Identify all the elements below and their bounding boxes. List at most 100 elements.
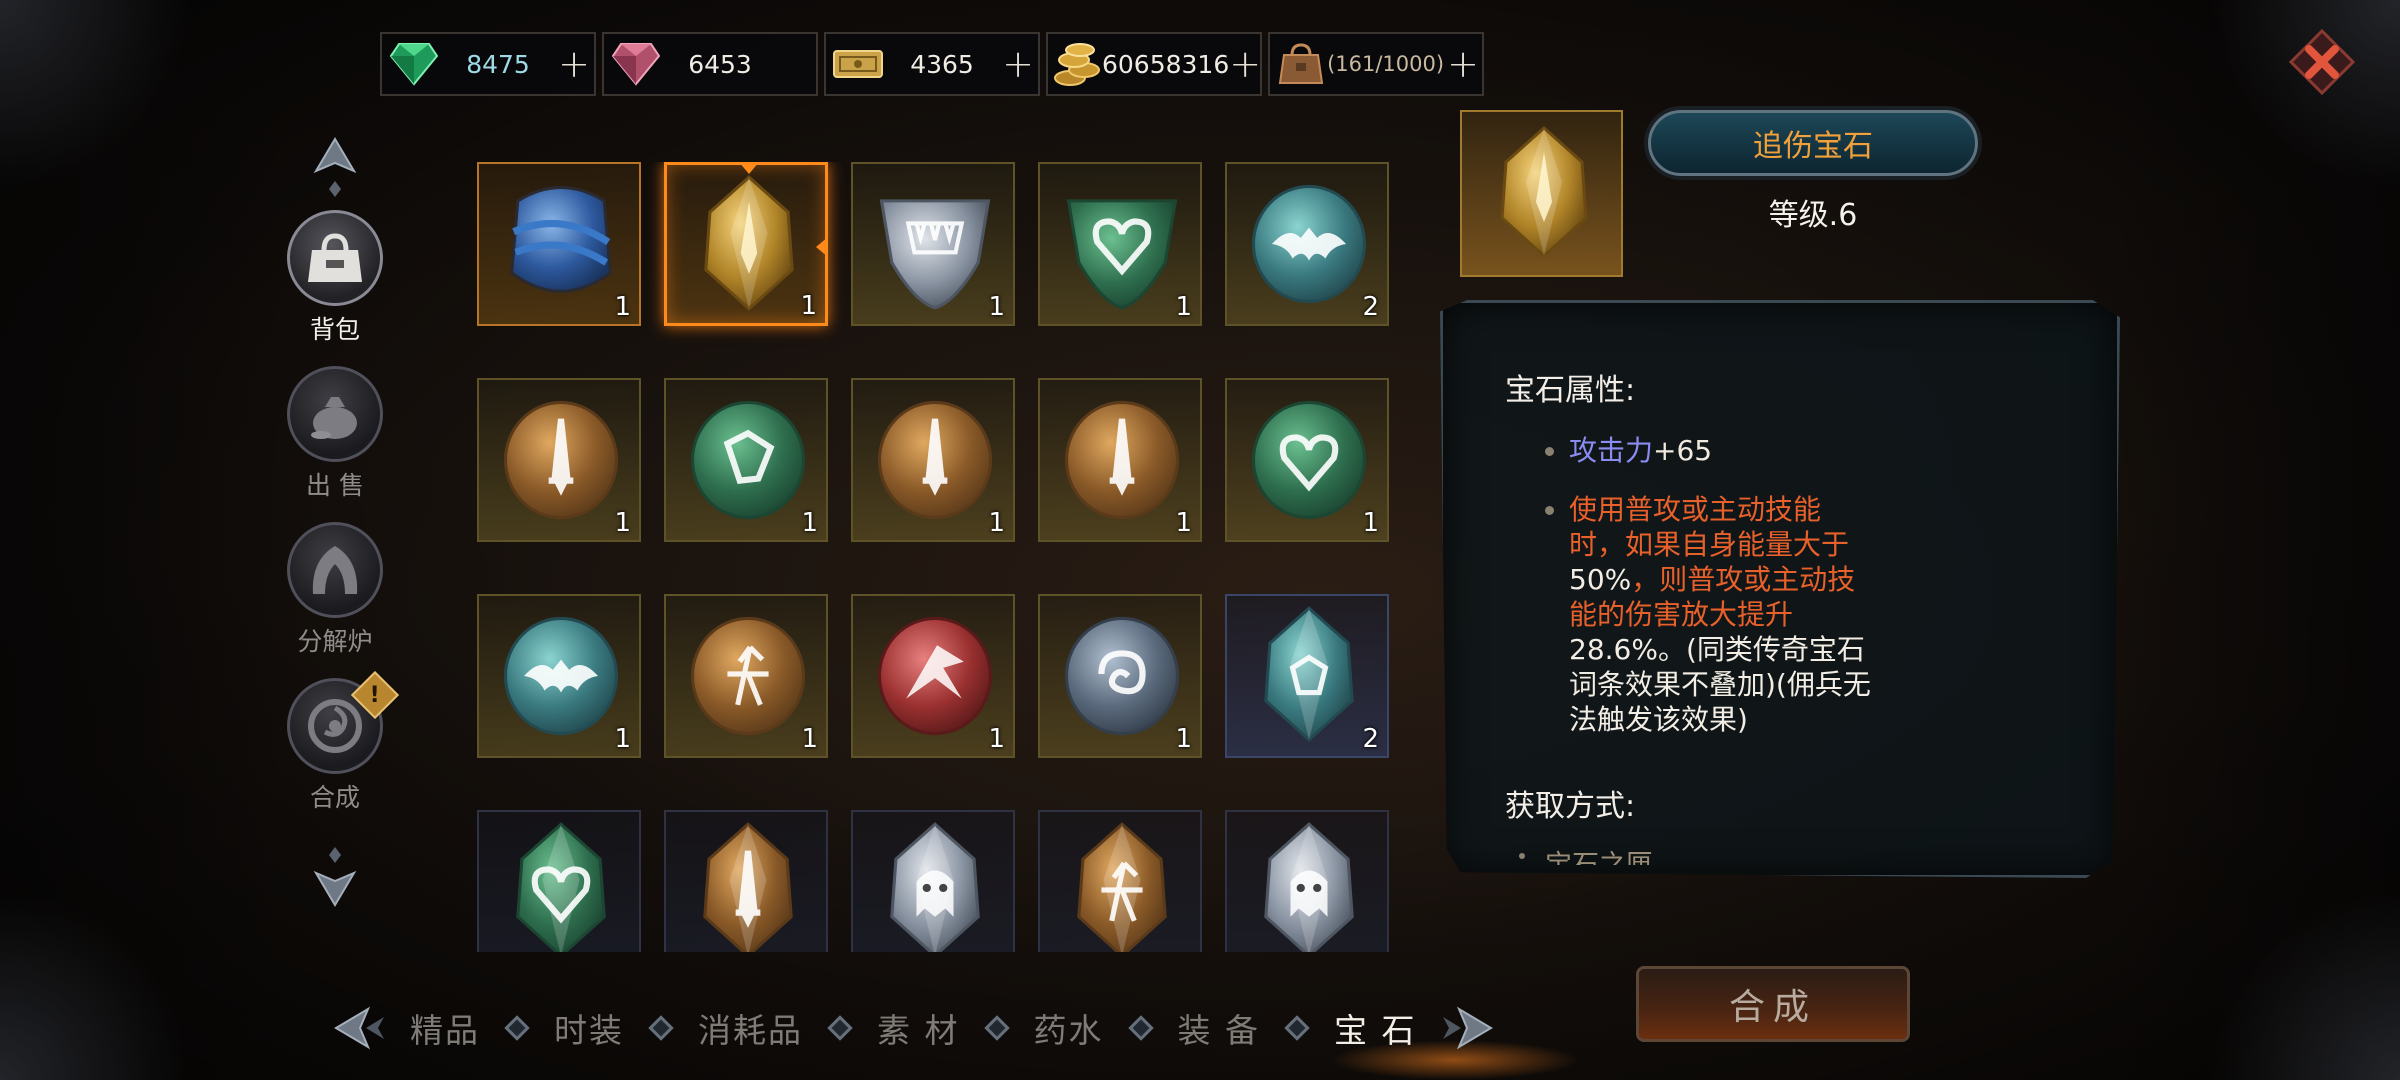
nav-label: 分解炉 xyxy=(297,627,373,656)
item-count: 1 xyxy=(1362,508,1379,538)
amber-arrows-crystal-icon xyxy=(1077,822,1167,952)
gold-coins-icon xyxy=(1052,36,1102,92)
item-count: 1 xyxy=(614,724,631,754)
inventory-slot[interactable]: 1 xyxy=(1038,378,1202,542)
backpack-icon xyxy=(287,210,383,306)
nav-item-sell[interactable]: 出 售 xyxy=(280,366,390,522)
currency-bar: 8475 + 6453 4365 + 60658316 + (161/1000)… xyxy=(380,32,1484,96)
inventory-slot[interactable] xyxy=(1038,810,1202,952)
bullet-icon xyxy=(1545,447,1554,456)
bag-capacity-icon xyxy=(1274,36,1327,92)
inventory-slot[interactable]: 1 xyxy=(477,594,641,758)
inventory-slot[interactable] xyxy=(664,810,828,952)
expand-bag-button[interactable]: + xyxy=(1444,34,1482,94)
tab-separator xyxy=(504,1015,530,1041)
amber-sword-crystal-icon xyxy=(703,822,793,952)
amber-sword-round-icon xyxy=(503,400,619,520)
effect-text: 使用普攻或主动技能时，如果自身能量大于 xyxy=(1569,493,1850,561)
nav-scroll-up-button[interactable] xyxy=(280,130,390,210)
inventory-slot[interactable]: 1 xyxy=(1038,594,1202,758)
inventory-slot[interactable]: 2 xyxy=(1225,162,1389,326)
ticket-icon xyxy=(830,36,886,92)
green-heart-round-icon xyxy=(1251,400,1367,520)
inventory-slot[interactable]: 1 xyxy=(477,378,641,542)
corner-ornament xyxy=(0,0,190,190)
nav-item-synthesis[interactable]: ! 合成 xyxy=(280,670,400,834)
nav-scroll-down-button[interactable] xyxy=(280,834,390,914)
gem-info-panel[interactable]: 宝石属性: 攻击力+65 使用普攻或主动技能时，如果自身能量大于50%，则普攻或… xyxy=(1440,300,2120,878)
currency-bag-capacity: (161/1000) + xyxy=(1268,32,1484,96)
inventory-slot[interactable]: 1 xyxy=(477,162,641,326)
inventory-slot[interactable]: 1 xyxy=(664,378,828,542)
add-currency-button[interactable]: + xyxy=(998,34,1038,94)
teal-crystal-icon xyxy=(1264,606,1354,742)
currency-pink-gems: 6453 xyxy=(602,32,818,96)
attributes-title: 宝石属性: xyxy=(1505,373,1636,408)
compose-button[interactable]: 合成 xyxy=(1636,966,1910,1042)
currency-value: (161/1000) xyxy=(1327,52,1445,76)
inventory-slot[interactable]: 1 xyxy=(851,162,1015,326)
tab-materials[interactable]: 素 材 xyxy=(859,1004,978,1052)
amber-arrows-round-icon xyxy=(690,616,806,736)
inventory-slot[interactable] xyxy=(851,810,1015,952)
tab-prev-button[interactable] xyxy=(328,1000,392,1056)
nav-item-furnace[interactable]: 分解炉 xyxy=(280,522,390,678)
green-heart-shield-icon xyxy=(1066,199,1178,310)
green-gem-icon xyxy=(386,36,442,92)
close-button[interactable] xyxy=(2282,22,2362,102)
red-claw-round-icon xyxy=(877,616,993,736)
silver-ghost-crystal-icon xyxy=(890,822,980,952)
silver-fang-shield-icon xyxy=(879,199,991,310)
inventory-slot[interactable]: 2 xyxy=(1225,594,1389,758)
item-count: 1 xyxy=(988,508,1005,538)
arrow-down-icon xyxy=(313,847,357,907)
inventory-slot[interactable]: 1 xyxy=(851,594,1015,758)
gold-crystal-icon xyxy=(1500,125,1588,259)
currency-value: 8475 xyxy=(466,49,530,79)
inventory-slot[interactable] xyxy=(477,810,641,952)
green-rune-round-icon xyxy=(690,400,806,520)
nav-label: 出 售 xyxy=(306,471,364,500)
arrow-up-icon xyxy=(313,137,357,197)
item-count: 2 xyxy=(1362,724,1379,754)
currency-value: 4365 xyxy=(910,49,974,79)
nav-label: 合成 xyxy=(309,783,360,812)
item-count: 1 xyxy=(614,292,631,322)
money-bag-icon xyxy=(287,366,383,462)
inventory-slot[interactable]: 1 xyxy=(1225,378,1389,542)
tab-next-button[interactable] xyxy=(1435,1000,1499,1056)
amber-sword-round-icon xyxy=(877,400,993,520)
chevron-right-icon xyxy=(1442,1006,1493,1050)
tab-consumables[interactable]: 消耗品 xyxy=(680,1004,821,1052)
currency-gold: 60658316 + xyxy=(1046,32,1262,96)
bullet-icon xyxy=(1519,853,1525,859)
tab-potions[interactable]: 药水 xyxy=(1016,1004,1122,1052)
inventory-slot[interactable]: 1 xyxy=(1038,162,1202,326)
item-count: 1 xyxy=(988,724,1005,754)
item-count: 1 xyxy=(800,291,817,321)
tab-gems[interactable]: 宝 石 xyxy=(1316,1004,1435,1052)
gem-name: 追伤宝石 xyxy=(1753,129,1873,164)
teal-bat-round-icon xyxy=(1251,184,1367,304)
add-currency-button[interactable]: + xyxy=(554,34,594,94)
tab-equipment[interactable]: 装 备 xyxy=(1160,1004,1279,1052)
item-count: 1 xyxy=(1175,724,1192,754)
effect-value: 50% xyxy=(1569,563,1632,596)
item-count: 1 xyxy=(988,292,1005,322)
tab-fashion[interactable]: 时装 xyxy=(536,1004,642,1052)
item-count: 1 xyxy=(801,508,818,538)
inventory-slot[interactable]: 1 xyxy=(664,594,828,758)
tab-premium[interactable]: 精品 xyxy=(392,1004,498,1052)
category-tabs: 精品 时装 消耗品 素 材 药水 装 备 宝 石 xyxy=(328,996,1568,1060)
currency-value: 60658316 xyxy=(1102,49,1230,79)
inventory-slot[interactable]: 1 xyxy=(851,378,1015,542)
nav-item-backpack[interactable]: 背包 xyxy=(280,210,390,366)
gem-name-plate: 追伤宝石 xyxy=(1648,110,1978,176)
stat-attribute: 攻击力+65 xyxy=(1505,433,2025,468)
inventory-slot[interactable]: 1 xyxy=(664,162,828,326)
alert-mark: ! xyxy=(369,682,381,708)
stat-key: 攻击力 xyxy=(1569,434,1654,467)
add-currency-button[interactable]: + xyxy=(1229,34,1261,94)
currency-green-gems: 8475 + xyxy=(380,32,596,96)
inventory-slot[interactable] xyxy=(1225,810,1389,952)
